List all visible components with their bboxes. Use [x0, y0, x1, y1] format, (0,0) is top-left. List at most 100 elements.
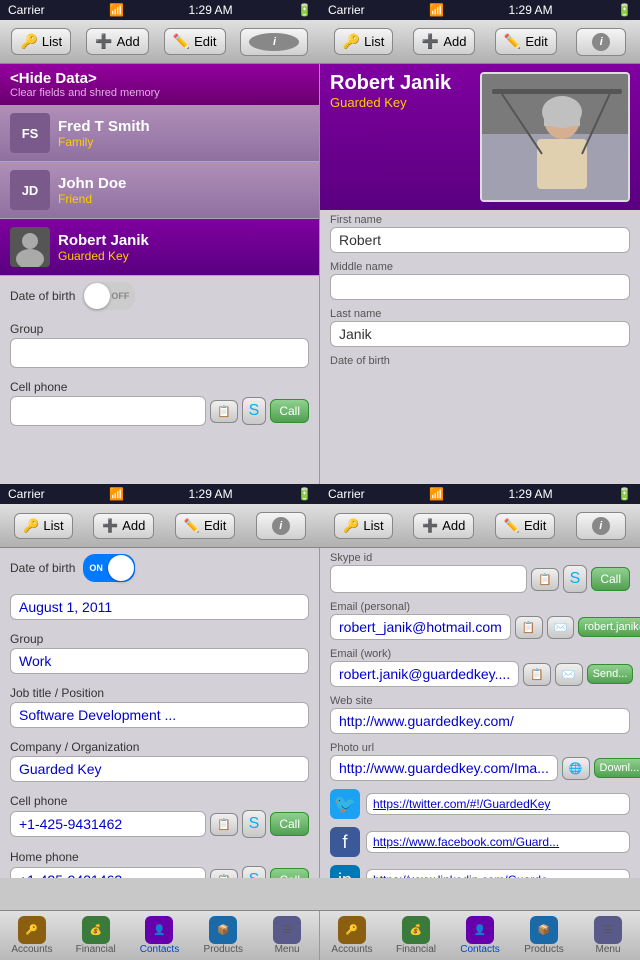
tab-menu-left[interactable]: ☰ Menu: [255, 911, 319, 960]
bottom-left-list-btn[interactable]: 🔑 List: [14, 513, 72, 539]
bottom-right-add-btn[interactable]: ➕ Add: [413, 513, 474, 539]
photo-url-download[interactable]: Downl...: [594, 758, 640, 778]
cellphone-label-top: Cell phone: [10, 380, 309, 394]
info-icon-right: i: [592, 33, 610, 51]
products-label-left: Products: [204, 944, 243, 955]
right-list-button[interactable]: 🔑 List: [334, 28, 394, 55]
linkedin-link[interactable]: https://www.linkedin.com/Guarde...: [366, 869, 630, 878]
dob-toggle-bottom[interactable]: [83, 554, 135, 582]
contact-row-robert[interactable]: Robert Janik Guarded Key: [0, 219, 319, 276]
top-toolbars: 🔑 List ➕ Add ✏️ Edit i 🔑 List ➕ Add ✏️ E…: [0, 20, 640, 64]
website-section: Web site http://www.guardedkey.com/: [320, 691, 640, 738]
group-label-top: Group: [10, 322, 309, 336]
left-edit-button[interactable]: ✏️ Edit: [164, 28, 226, 55]
email-personal-row: robert_janik@hotmail.com 📋 ✉️ robert.jan…: [330, 614, 630, 640]
dob-toggle-top[interactable]: [83, 282, 135, 310]
cellphone-copy-bottom[interactable]: 📋: [210, 813, 238, 836]
tab-financial-left[interactable]: 💰 Financial: [64, 911, 128, 960]
cellphone-skype-bottom[interactable]: S: [242, 810, 267, 838]
last-name-value: Janik: [330, 321, 630, 347]
homephone-skype[interactable]: S: [242, 866, 267, 878]
facebook-link[interactable]: https://www.facebook.com/Guard...: [366, 831, 630, 853]
website-value[interactable]: http://www.guardedkey.com/: [330, 708, 630, 734]
hide-data-subtitle: Clear fields and shred memory: [10, 87, 309, 99]
bottom-left-info-btn[interactable]: i: [256, 512, 306, 540]
right-add-button[interactable]: ➕ Add: [413, 28, 476, 55]
bottom-left-battery: 🔋: [297, 487, 312, 501]
facebook-row: f https://www.facebook.com/Guard...: [320, 823, 640, 861]
homephone-row: +1-425-9431462 📋 S Call: [10, 866, 309, 878]
tab-products-right[interactable]: 📦 Products: [512, 911, 576, 960]
tab-accounts-left[interactable]: 🔑 Accounts: [0, 911, 64, 960]
tab-products-left[interactable]: 📦 Products: [191, 911, 255, 960]
cellphone-value-bottom: +1-425-9431462: [10, 811, 206, 837]
email-work-label: Email (work): [330, 648, 630, 660]
email-personal-envelope[interactable]: ✉️: [547, 616, 575, 639]
skype-row: 📋 S Call: [330, 565, 630, 593]
tab-contacts-left[interactable]: 👤 Contacts: [128, 911, 192, 960]
bottom-right-edit-btn[interactable]: ✏️ Edit: [495, 513, 556, 539]
tab-financial-right[interactable]: 💰 Financial: [384, 911, 448, 960]
left-carrier: Carrier: [8, 3, 45, 17]
left-add-button[interactable]: ➕ Add: [86, 28, 149, 55]
left-info-button[interactable]: i: [240, 28, 308, 56]
dob-label-top: Date of birth: [10, 289, 75, 303]
right-edit-button[interactable]: ✏️ Edit: [495, 28, 557, 55]
twitter-row: 🐦 https://twitter.com/#!/GuardedKey: [320, 785, 640, 823]
bottom-right-info-btn[interactable]: i: [576, 512, 626, 540]
email-personal-send[interactable]: robert.janik@guardedkey....: [578, 617, 640, 637]
cellphone-input-top[interactable]: [10, 396, 206, 426]
first-name-value: Robert: [330, 227, 630, 253]
avatar-robert: [10, 227, 50, 267]
financial-label-left: Financial: [76, 944, 116, 955]
hide-data-row[interactable]: <Hide Data> Clear fields and shred memor…: [0, 64, 319, 105]
photo-url-globe[interactable]: 🌐: [562, 757, 590, 780]
skype-call-btn[interactable]: Call: [591, 567, 630, 591]
tab-accounts-right[interactable]: 🔑 Accounts: [320, 911, 384, 960]
contact-row-fred[interactable]: FS Fred T Smith Family: [0, 105, 319, 162]
bottom-left-plus-icon: ➕: [102, 518, 118, 534]
email-work-copy[interactable]: 📋: [523, 663, 551, 686]
left-list-button[interactable]: 🔑 List: [11, 28, 71, 55]
group-input-top[interactable]: [10, 338, 309, 368]
right-info-button[interactable]: i: [576, 28, 626, 56]
contact-header-group: Guarded Key: [330, 95, 472, 110]
email-personal-copy[interactable]: 📋: [515, 616, 543, 639]
last-name-label: Last name: [330, 308, 630, 320]
jobtitle-section: Job title / Position Software Developmen…: [0, 680, 319, 734]
twitter-link[interactable]: https://twitter.com/#!/GuardedKey: [366, 793, 630, 815]
group-value-bottom: Work: [10, 648, 309, 674]
cellphone-call-bottom[interactable]: Call: [270, 812, 309, 836]
right-contact-detail: Robert Janik Guarded Key: [320, 64, 640, 484]
bottom-left-edit-btn[interactable]: ✏️ Edit: [175, 513, 236, 539]
bottom-right-detail: Skype id 📋 S Call Email (personal) rober…: [320, 548, 640, 878]
bottom-left-add-btn[interactable]: ➕ Add: [93, 513, 154, 539]
tab-contacts-right[interactable]: 👤 Contacts: [448, 911, 512, 960]
email-work-send[interactable]: Send...: [587, 664, 634, 684]
skype-value: [330, 565, 527, 593]
key-icon-right: 🔑: [343, 33, 360, 50]
bottom-left-key-icon: 🔑: [23, 518, 39, 534]
skype-copy[interactable]: 📋: [531, 568, 559, 591]
group-label-bottom: Group: [10, 632, 309, 646]
right-dob-section: Date of birth: [320, 351, 640, 372]
tab-menu-right[interactable]: ☰ Menu: [576, 911, 640, 960]
call-button-top[interactable]: Call: [270, 399, 309, 423]
photo-url-label: Photo url: [330, 742, 630, 754]
email-work-envelope[interactable]: ✉️: [555, 663, 583, 686]
contact-row-john[interactable]: JD John Doe Friend: [0, 162, 319, 219]
middle-name-section: Middle name: [320, 257, 640, 304]
cellphone-action-top[interactable]: 📋: [210, 400, 238, 423]
homephone-call[interactable]: Call: [270, 868, 309, 878]
bottom-left-detail: Date of birth August 1, 2011 Group Work …: [0, 548, 320, 878]
left-time: 1:29 AM: [189, 3, 233, 17]
company-section: Company / Organization Guarded Key: [0, 734, 319, 788]
skype-call-top[interactable]: S: [242, 397, 267, 425]
left-toolbar: 🔑 List ➕ Add ✏️ Edit i: [0, 20, 320, 64]
homephone-copy[interactable]: 📋: [210, 869, 238, 879]
contact-photo: [480, 72, 630, 202]
bottom-right-list-btn[interactable]: 🔑 List: [334, 513, 392, 539]
homephone-label: Home phone: [10, 850, 309, 864]
list-label-left: List: [42, 34, 62, 49]
skype-call-icon[interactable]: S: [563, 565, 588, 593]
